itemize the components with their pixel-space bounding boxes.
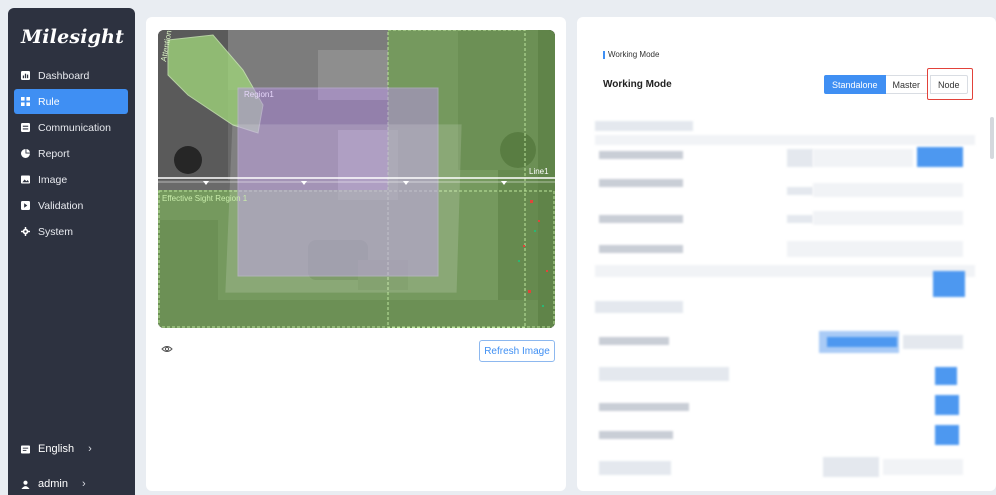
user-menu[interactable]: admin › [14,473,128,495]
camera-card: Attention Region1 Line1 Effective Sight … [146,17,566,491]
blurred-block [787,187,813,195]
blurred-block [917,147,963,167]
blurred-block [599,245,683,253]
blurred-block [595,121,693,131]
blurred-block [787,149,813,167]
blurred-block [935,367,957,385]
blurred-block [599,367,729,381]
blurred-block [599,461,671,475]
scrollbar-thumb[interactable] [990,117,994,159]
blurred-block [935,425,959,445]
working-mode-card: Working Mode Working Mode Standalone Mas… [577,17,996,491]
blurred-block [599,403,689,411]
milesight-logo: Milesight [21,26,125,48]
sidebar-item-label: Report [38,147,70,160]
blurred-block [595,135,975,145]
communication-icon [21,123,30,132]
sidebar-item-label: Validation [38,199,84,212]
blurred-block [813,211,963,225]
blurred-block [813,183,963,197]
blurred-block [599,215,683,223]
sidebar-item-label: System [38,225,74,238]
sidebar: Milesight Dashboard Rule Communication R… [8,8,135,495]
user-label: admin [38,478,68,490]
working-mode-toggle: Standalone Master [824,75,929,94]
line1-label: Line1 [529,167,549,176]
chart-icon [21,71,30,80]
sidebar-item-label: Image [38,173,68,186]
blurred-block [599,337,669,345]
language-icon [21,444,30,454]
blurred-block [787,215,813,223]
section-title-text: Working Mode [608,50,660,59]
blurred-block [883,459,963,475]
mode-master-button[interactable]: Master [885,75,929,94]
sidebar-item-report[interactable]: Report [14,141,128,166]
blurred-block [827,337,897,347]
blurred-block [595,265,975,277]
gear-icon [21,227,30,236]
blurred-block [787,241,963,257]
camera-view: Attention Region1 Line1 Effective Sight … [158,30,555,328]
chevron-right-icon: › [81,478,86,490]
rule-icon [21,97,30,106]
blurred-block [935,395,959,415]
highlight-box [927,68,973,100]
chevron-right-icon: › [88,443,92,455]
sidebar-item-label: Dashboard [38,69,90,82]
blurred-block [595,301,683,313]
sidebar-item-validation[interactable]: Validation [14,193,128,218]
refresh-image-button[interactable]: Refresh Image [479,340,555,362]
region1-label: Region1 [244,90,274,99]
sidebar-item-system[interactable]: System [14,219,128,244]
blurred-block [933,271,965,297]
working-mode-label: Working Mode [603,79,672,90]
blurred-block [599,151,683,159]
section-title: Working Mode [603,50,659,59]
effective-region-label: Effective Sight Region 1 [162,194,248,203]
sidebar-item-communication[interactable]: Communication [14,115,128,140]
blurred-block [599,431,673,439]
sidebar-item-label: Communication [38,121,111,134]
image-icon [21,175,30,184]
language-label: English [38,443,75,455]
camera-scene: Attention Region1 Line1 Effective Sight … [158,30,555,328]
mode-standalone-button[interactable]: Standalone [824,75,886,94]
section-title-marker [603,50,605,59]
language-selector[interactable]: English › [14,438,128,460]
sidebar-item-image[interactable]: Image [14,167,128,192]
blurred-block [903,335,963,349]
eye-icon[interactable] [161,344,173,354]
report-icon [21,149,30,158]
validation-icon [21,201,30,210]
blurred-block [823,457,879,477]
user-icon [21,480,30,489]
blurred-block [813,149,913,167]
sidebar-item-rule[interactable]: Rule [14,89,128,114]
sidebar-item-dashboard[interactable]: Dashboard [14,63,128,88]
blurred-block [599,179,683,187]
sidebar-item-label: Rule [38,95,60,108]
